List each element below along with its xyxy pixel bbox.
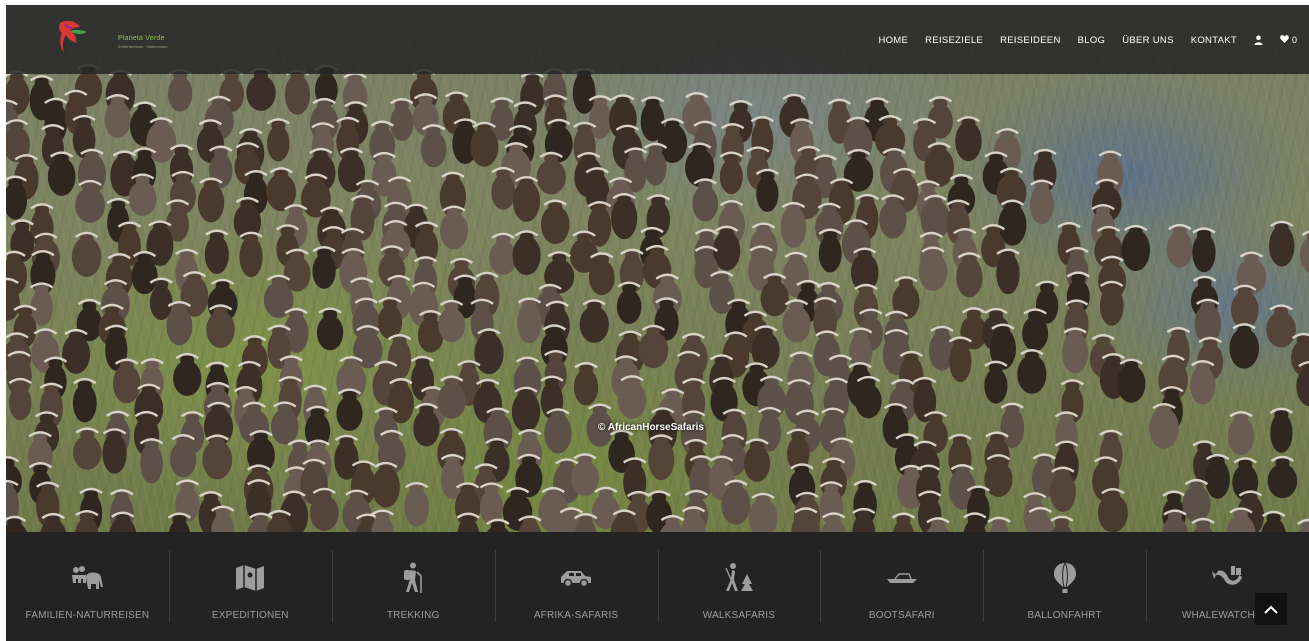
buffalo	[316, 307, 344, 351]
buffalo	[1191, 517, 1215, 532]
buffalo	[572, 67, 596, 114]
buffalo	[681, 506, 706, 532]
buffalo	[987, 516, 1011, 532]
buffalo	[71, 231, 102, 277]
nav-blog[interactable]: BLOG	[1078, 35, 1106, 46]
buffalo	[1050, 515, 1074, 532]
buffalo	[1261, 510, 1286, 532]
buffalo	[486, 518, 510, 532]
buffalo	[1267, 455, 1298, 499]
buffalo-herd	[6, 63, 1309, 532]
buffalo	[821, 512, 847, 532]
brand-name: Planeta Verde	[118, 35, 165, 42]
buffalo	[1229, 323, 1260, 369]
buffalo	[512, 230, 541, 276]
buffalo	[390, 98, 414, 142]
buffalo	[168, 68, 193, 112]
buffalo	[1299, 230, 1309, 273]
category-expeditionen[interactable]: EXPEDITIONEN	[168, 532, 332, 641]
buffalo	[1269, 407, 1294, 453]
buffalo	[540, 199, 570, 245]
nav-ueber-uns[interactable]: ÜBER UNS	[1122, 35, 1174, 46]
buffalo	[246, 67, 276, 111]
buffalo	[1192, 227, 1216, 273]
buffalo	[370, 509, 395, 532]
main-nav: HOME REISEZIELE REISEIDEEN BLOG ÜBER UNS…	[878, 32, 1309, 48]
photo-credit: © AfricanHorseSafaris	[598, 422, 704, 433]
wishlist-count: 0	[1291, 35, 1297, 45]
buffalo	[72, 378, 97, 423]
chevron-up-icon	[1264, 605, 1278, 614]
buffalo	[1226, 507, 1256, 532]
hiker-icon	[332, 562, 495, 594]
category-afrika-safaris[interactable]: AFRIKA-SAFARIS	[494, 532, 658, 641]
buffalo	[266, 509, 293, 532]
category-trekking[interactable]: TREKKING	[331, 532, 495, 641]
category-label: EXPEDITIONEN	[211, 610, 289, 621]
category-familien-naturreisen[interactable]: FAMILIEN-NATURREISEN	[6, 532, 169, 641]
category-label: BALLONFAHRT	[1027, 610, 1102, 621]
buffalo	[1027, 506, 1054, 532]
buffalo	[610, 509, 639, 532]
balloon-icon	[983, 562, 1146, 594]
hero-image: © AfricanHorseSafaris	[6, 5, 1309, 532]
buffalo	[852, 507, 876, 532]
map-icon	[169, 562, 332, 594]
category-ballonfahrt[interactable]: BALLONFAHRT	[983, 532, 1146, 641]
buffalo	[266, 118, 291, 162]
category-label: AFRIKA-SAFARIS	[533, 610, 619, 621]
buffalo	[1121, 224, 1150, 272]
buffalo	[748, 492, 778, 532]
buffalo	[239, 231, 263, 278]
walking-safari-icon	[658, 562, 821, 594]
user-icon[interactable]	[1254, 35, 1263, 45]
nav-reiseideen[interactable]: REISEIDEEN	[1000, 35, 1061, 46]
buffalo	[204, 229, 229, 275]
category-label: TREKKING	[386, 610, 440, 621]
boat-icon	[820, 562, 983, 594]
hummingbird-logo-icon	[58, 20, 87, 53]
page-frame: © AfricanHorseSafaris Planeta Verde Erle…	[6, 5, 1309, 641]
buffalo	[1166, 223, 1193, 268]
heart-icon	[1280, 34, 1289, 46]
wishlist-button[interactable]: 0	[1280, 34, 1297, 46]
buffalo	[404, 481, 429, 527]
buffalo	[439, 205, 469, 250]
buffalo	[284, 69, 311, 115]
top-navbar: Planeta Verde Erlebnisreisen · Naturreis…	[6, 5, 1309, 74]
buffalo	[173, 352, 202, 396]
buffalo	[1266, 304, 1296, 348]
scroll-to-top-button[interactable]	[1255, 593, 1287, 625]
family-elephant-icon	[6, 562, 169, 594]
brand-logo[interactable]: Planeta Verde Erlebnisreisen · Naturreis…	[54, 15, 168, 61]
buffalo	[202, 434, 233, 480]
category-label: WALKSAFARIS	[702, 610, 776, 621]
nav-home[interactable]: HOME	[878, 35, 908, 46]
buffalo	[891, 512, 916, 532]
category-label: FAMILIEN-NATURREISEN	[25, 610, 150, 621]
buffalo	[1269, 220, 1295, 267]
jeep-icon	[495, 562, 658, 594]
nav-kontakt[interactable]: KONTAKT	[1191, 35, 1237, 46]
whale-icon	[1146, 562, 1309, 594]
category-bootsafari[interactable]: BOOTSAFARI	[820, 532, 983, 641]
buffalo	[1296, 518, 1309, 532]
category-bar: FAMILIEN-NATURREISEN EXPEDITIONEN TREKKI…	[6, 532, 1309, 641]
category-label: BOOTSAFARI	[868, 610, 935, 621]
buffalo	[1227, 411, 1255, 456]
buffalo	[6, 515, 27, 532]
brand-tagline: Erlebnisreisen · Naturreisen	[118, 44, 168, 49]
buffalo	[579, 299, 609, 343]
buffalo	[955, 116, 982, 162]
buffalo	[167, 512, 192, 532]
buffalo	[573, 362, 599, 406]
nav-reiseziele[interactable]: REISEZIELE	[925, 35, 983, 46]
buffalo	[72, 427, 102, 470]
category-walksafaris[interactable]: WALKSAFARIS	[657, 532, 821, 641]
buffalo	[791, 507, 821, 532]
buffalo	[1017, 349, 1047, 394]
